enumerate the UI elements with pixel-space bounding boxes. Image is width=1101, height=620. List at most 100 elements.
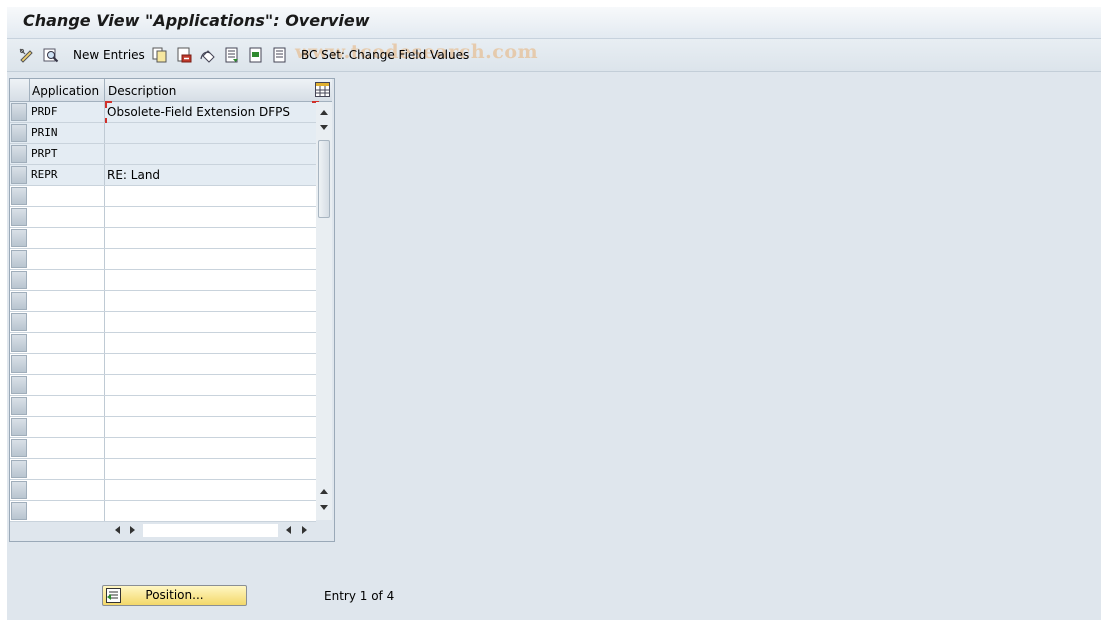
delete-icon[interactable] (176, 47, 192, 63)
select-block-icon[interactable] (248, 47, 264, 63)
description-cell[interactable] (105, 375, 316, 395)
description-cell[interactable] (105, 312, 316, 332)
table-row (10, 312, 316, 333)
description-cell[interactable] (105, 249, 316, 269)
row-selector-button[interactable] (11, 187, 27, 205)
row-selector-button[interactable] (11, 271, 27, 289)
description-cell[interactable] (105, 270, 316, 290)
position-button[interactable]: Position... (102, 585, 247, 606)
row-selector-button[interactable] (11, 313, 27, 331)
column-header-application[interactable]: Application (29, 79, 105, 101)
row-selector-button[interactable] (11, 376, 27, 394)
row-selector-button[interactable] (11, 229, 27, 247)
scrollbar-thumb[interactable] (318, 140, 330, 218)
row-selector-button[interactable] (11, 145, 27, 163)
select-all-rows-button[interactable] (10, 79, 30, 101)
application-toolbar: www.tcodesearch.com New Entries BC Set: … (7, 39, 1101, 72)
page-up-icon[interactable] (316, 483, 332, 499)
horizontal-scrollbar[interactable] (105, 522, 316, 538)
page-down-icon[interactable] (316, 120, 332, 136)
scroll-left-end-icon[interactable] (280, 522, 296, 538)
application-cell[interactable] (29, 354, 105, 374)
description-cell[interactable]: Obsolete-Field Extension DFPS (105, 102, 316, 122)
application-cell[interactable] (29, 228, 105, 248)
table-row (10, 228, 316, 249)
row-selector-button[interactable] (11, 250, 27, 268)
column-header-description[interactable]: Description (105, 79, 316, 101)
description-cell[interactable]: RE: Land (105, 165, 316, 185)
application-cell[interactable]: PRDF (29, 102, 105, 122)
description-cell[interactable] (105, 459, 316, 479)
scroll-left-icon[interactable] (109, 522, 125, 538)
description-cell[interactable] (105, 417, 316, 437)
application-cell[interactable] (29, 417, 105, 437)
application-cell[interactable] (29, 480, 105, 500)
application-cell[interactable] (29, 438, 105, 458)
row-selector-button[interactable] (11, 208, 27, 226)
vertical-scrollbar[interactable] (316, 102, 332, 520)
row-selector-button[interactable] (11, 439, 27, 457)
description-cell[interactable] (105, 144, 316, 164)
description-cell[interactable] (105, 480, 316, 500)
title-bar: Change View "Applications": Overview (7, 7, 1101, 39)
description-cell[interactable] (105, 291, 316, 311)
table-row: REPR RE: Land (10, 165, 316, 186)
row-selector-button[interactable] (11, 481, 27, 499)
display-change-icon[interactable] (19, 47, 35, 63)
table-row (10, 354, 316, 375)
new-entries-button[interactable]: New Entries (73, 47, 145, 63)
table-row (10, 438, 316, 459)
application-cell[interactable]: PRPT (29, 144, 105, 164)
description-cell[interactable] (105, 438, 316, 458)
table-header: Application Description (10, 79, 332, 102)
application-cell[interactable] (29, 375, 105, 395)
deselect-all-icon[interactable] (272, 47, 288, 63)
description-cell[interactable] (105, 186, 316, 206)
application-cell[interactable] (29, 291, 105, 311)
undo-icon[interactable] (200, 47, 216, 63)
description-cell[interactable] (105, 123, 316, 143)
horizontal-scroll-track[interactable] (143, 524, 278, 537)
application-cell[interactable] (29, 396, 105, 416)
table-row (10, 459, 316, 480)
row-selector-button[interactable] (11, 418, 27, 436)
select-all-icon[interactable] (224, 47, 240, 63)
description-cell[interactable] (105, 228, 316, 248)
description-cell[interactable] (105, 396, 316, 416)
row-selector-button[interactable] (11, 460, 27, 478)
application-cell[interactable]: PRIN (29, 123, 105, 143)
row-selector-button[interactable] (11, 502, 27, 520)
description-cell[interactable] (105, 501, 316, 521)
application-cell[interactable] (29, 186, 105, 206)
scroll-right-end-icon[interactable] (297, 522, 313, 538)
application-cell[interactable] (29, 207, 105, 227)
application-cell[interactable] (29, 501, 105, 521)
application-cell[interactable] (29, 459, 105, 479)
application-cell[interactable] (29, 270, 105, 290)
table-row: PRIN (10, 123, 316, 144)
application-cell[interactable] (29, 312, 105, 332)
application-cell[interactable] (29, 333, 105, 353)
application-cell[interactable]: REPR (29, 165, 105, 185)
row-selector-button[interactable] (11, 397, 27, 415)
copy-icon[interactable] (152, 47, 168, 63)
position-button-label: Position... (145, 588, 204, 602)
row-selector-button[interactable] (11, 334, 27, 352)
row-selector-button[interactable] (11, 355, 27, 373)
description-cell[interactable] (105, 354, 316, 374)
row-selector-button[interactable] (11, 124, 27, 142)
description-cell[interactable] (105, 333, 316, 353)
table-settings-icon[interactable] (315, 82, 330, 97)
focus-corner-marker (105, 101, 112, 108)
scroll-right-icon[interactable] (125, 522, 141, 538)
table-row (10, 270, 316, 291)
scroll-down-icon[interactable] (316, 500, 332, 516)
find-icon[interactable] (43, 47, 59, 63)
description-cell[interactable] (105, 207, 316, 227)
row-selector-button[interactable] (11, 166, 27, 184)
row-selector-button[interactable] (11, 103, 27, 121)
row-selector-button[interactable] (11, 292, 27, 310)
bc-set-change-field-values-button[interactable]: BC Set: Change Field Values (301, 47, 469, 63)
application-cell[interactable] (29, 249, 105, 269)
scroll-up-icon[interactable] (316, 104, 332, 120)
